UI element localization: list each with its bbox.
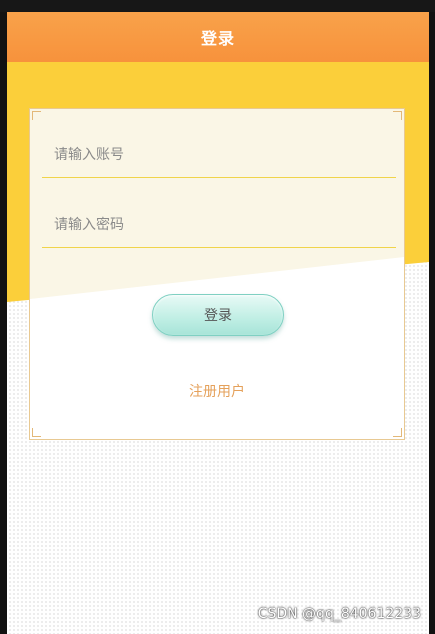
page-title: 登录	[200, 29, 235, 48]
register-link[interactable]: 注册用户	[30, 381, 404, 401]
login-card: 登录 注册用户	[29, 108, 405, 440]
app-header: 登录	[7, 12, 429, 62]
corner-ornament-bottom-left	[32, 428, 41, 437]
password-input[interactable]	[42, 202, 396, 248]
corner-ornament-bottom-right	[393, 428, 402, 437]
window-top-bar	[0, 0, 435, 12]
login-button[interactable]: 登录	[152, 294, 284, 336]
window-frame-right	[429, 12, 435, 634]
watermark: CSDN @qq_840612233	[257, 606, 421, 622]
corner-ornament-top-left	[32, 111, 41, 120]
window-frame-left	[0, 12, 7, 634]
corner-ornament-top-right	[393, 111, 402, 120]
account-input[interactable]	[42, 132, 396, 178]
